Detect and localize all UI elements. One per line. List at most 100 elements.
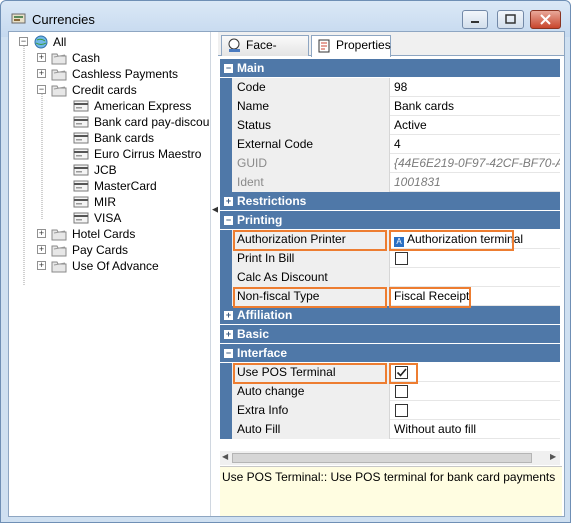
currencies-app-icon (11, 13, 26, 24)
property-row-external-code[interactable]: External Code 4 (220, 135, 560, 154)
property-row-ident: Ident 1001831 (220, 173, 560, 192)
card-icon (73, 164, 89, 176)
category-printing[interactable]: − Printing (220, 211, 560, 230)
tree-node-label: VISA (94, 211, 122, 225)
tree-node[interactable]: Bank cards (53, 130, 223, 146)
tree-node[interactable]: Bank card pay-discount (53, 114, 223, 130)
expand-icon[interactable]: + (37, 53, 46, 62)
tree-node-label: American Express (94, 99, 192, 113)
checkmark-icon (396, 368, 407, 377)
expand-icon[interactable]: + (224, 197, 233, 206)
property-row-guid: GUID {44E6E219-0F97-42CF-BF70-A8121 (220, 154, 560, 173)
non-fiscal-type-value[interactable]: Fiscal Receipt (390, 287, 560, 306)
tree-node-label: MasterCard (94, 179, 157, 193)
tree-node[interactable]: + Pay Cards (35, 242, 205, 258)
tab-face-values[interactable]: Face-Values (221, 35, 309, 71)
scroll-thumb[interactable] (232, 453, 532, 463)
panel-splitter[interactable]: ◀ (210, 32, 219, 516)
collapse-icon[interactable]: − (224, 64, 233, 73)
property-row-non-fiscal-type[interactable]: Non-fiscal Type Fiscal Receipt (220, 287, 560, 306)
tree-node-all[interactable]: − All (16, 34, 106, 50)
tree-node[interactable]: MasterCard (53, 178, 223, 194)
card-icon (73, 116, 89, 128)
property-row-auto-change[interactable]: Auto change (220, 382, 560, 401)
collapse-icon[interactable]: − (224, 349, 233, 358)
scroll-right-icon[interactable]: ▶ (550, 452, 556, 461)
status-value[interactable]: Active (390, 116, 560, 135)
expand-icon[interactable]: + (37, 69, 46, 78)
folder-icon (51, 229, 67, 241)
window-client: − All + Cash + Cashless Payments − Credit car… (8, 31, 565, 517)
properties-panel: Face-Values Properties − Main Code (218, 32, 564, 516)
tree-node[interactable]: JCB (53, 162, 223, 178)
currency-tree[interactable]: − All + Cash + Cashless Payments − Credit car… (9, 32, 219, 516)
use-pos-terminal-checkbox[interactable] (395, 366, 408, 379)
tree-node-label: Euro Cirrus Maestro (94, 147, 202, 161)
tab-properties[interactable]: Properties (311, 35, 391, 57)
property-row-auto-fill[interactable]: Auto Fill Without auto fill (220, 420, 560, 439)
tree-node-label: Cash (72, 51, 101, 65)
tree-node[interactable]: + Cashless Payments (35, 66, 205, 82)
category-main[interactable]: − Main (220, 59, 560, 78)
window-title: Currencies (32, 12, 95, 27)
expand-icon[interactable]: + (37, 245, 46, 254)
folder-icon (51, 245, 67, 257)
tree-node-label: Bank card pay-discount (94, 115, 220, 129)
folder-icon (51, 261, 67, 273)
close-button[interactable] (530, 10, 561, 29)
tree-node[interactable]: American Express (53, 98, 223, 114)
property-row-authorization-printer-purpose[interactable]: Authorization Printer Purpose AAuthoriza… (220, 230, 560, 264)
name-value[interactable]: Bank cards (390, 97, 560, 116)
ident-value: 1001831 (394, 175, 441, 189)
category-restrictions[interactable]: + Restrictions (220, 192, 560, 211)
minimize-button[interactable] (462, 10, 488, 29)
folder-icon (51, 53, 67, 65)
collapse-icon[interactable]: − (224, 216, 233, 225)
scroll-left-icon[interactable]: ◀ (222, 452, 228, 461)
tree-node-label: Hotel Cards (72, 227, 136, 241)
auto-change-checkbox[interactable] (395, 385, 408, 398)
auto-fill-value[interactable]: Without auto fill (390, 420, 560, 439)
code-value[interactable]: 98 (390, 78, 560, 97)
tree-node[interactable]: VISA (53, 210, 223, 226)
collapse-icon[interactable]: − (37, 85, 46, 94)
property-row-name[interactable]: Name Bank cards (220, 97, 560, 116)
calc-as-discount-value[interactable] (390, 268, 560, 287)
collapse-icon[interactable]: − (19, 37, 28, 46)
properties-icon (318, 39, 330, 53)
category-affiliation[interactable]: + Affiliation (220, 306, 560, 325)
face-values-icon (228, 38, 240, 52)
folder-icon (51, 85, 67, 97)
card-icon (73, 132, 89, 144)
tree-node[interactable]: − Credit cards (35, 82, 205, 98)
tree-node[interactable]: MIR (53, 194, 223, 210)
property-row-print-in-bill[interactable]: Print In Bill (220, 249, 560, 268)
globe-icon (34, 35, 48, 49)
tree-node-label: Pay Cards (72, 243, 129, 257)
expand-icon[interactable]: + (224, 330, 233, 339)
card-icon (73, 180, 89, 192)
property-row-use-pos-terminal[interactable]: Use POS Terminal (220, 363, 560, 382)
maximize-button[interactable] (497, 10, 524, 29)
category-interface[interactable]: − Interface (220, 344, 560, 363)
tree-node[interactable]: + Use Of Advance (35, 258, 205, 274)
property-row-calc-as-discount[interactable]: Calc As Discount (220, 268, 560, 287)
category-basic[interactable]: + Basic (220, 325, 560, 344)
print-in-bill-checkbox[interactable] (395, 252, 408, 265)
tree-node[interactable]: + Hotel Cards (35, 226, 205, 242)
authorization-printer-purpose-value[interactable]: A Authorization terminal (390, 230, 560, 249)
expand-icon[interactable]: + (37, 229, 46, 238)
property-row-extra-info[interactable]: Extra Info (220, 401, 560, 420)
property-row-code[interactable]: Code 98 (220, 78, 560, 97)
extra-info-checkbox[interactable] (395, 404, 408, 417)
tree-node[interactable]: Euro Cirrus Maestro (53, 146, 223, 162)
property-row-status[interactable]: Status Active (220, 116, 560, 135)
tree-node-label: Use Of Advance (72, 259, 159, 273)
card-icon (73, 148, 89, 160)
tree-node[interactable]: + Cash (35, 50, 205, 66)
expand-icon[interactable]: + (37, 261, 46, 270)
external-code-value[interactable]: 4 (390, 135, 560, 154)
horizontal-scrollbar[interactable]: ◀ ▶ (220, 451, 560, 465)
card-icon (73, 196, 89, 208)
expand-icon[interactable]: + (224, 311, 233, 320)
